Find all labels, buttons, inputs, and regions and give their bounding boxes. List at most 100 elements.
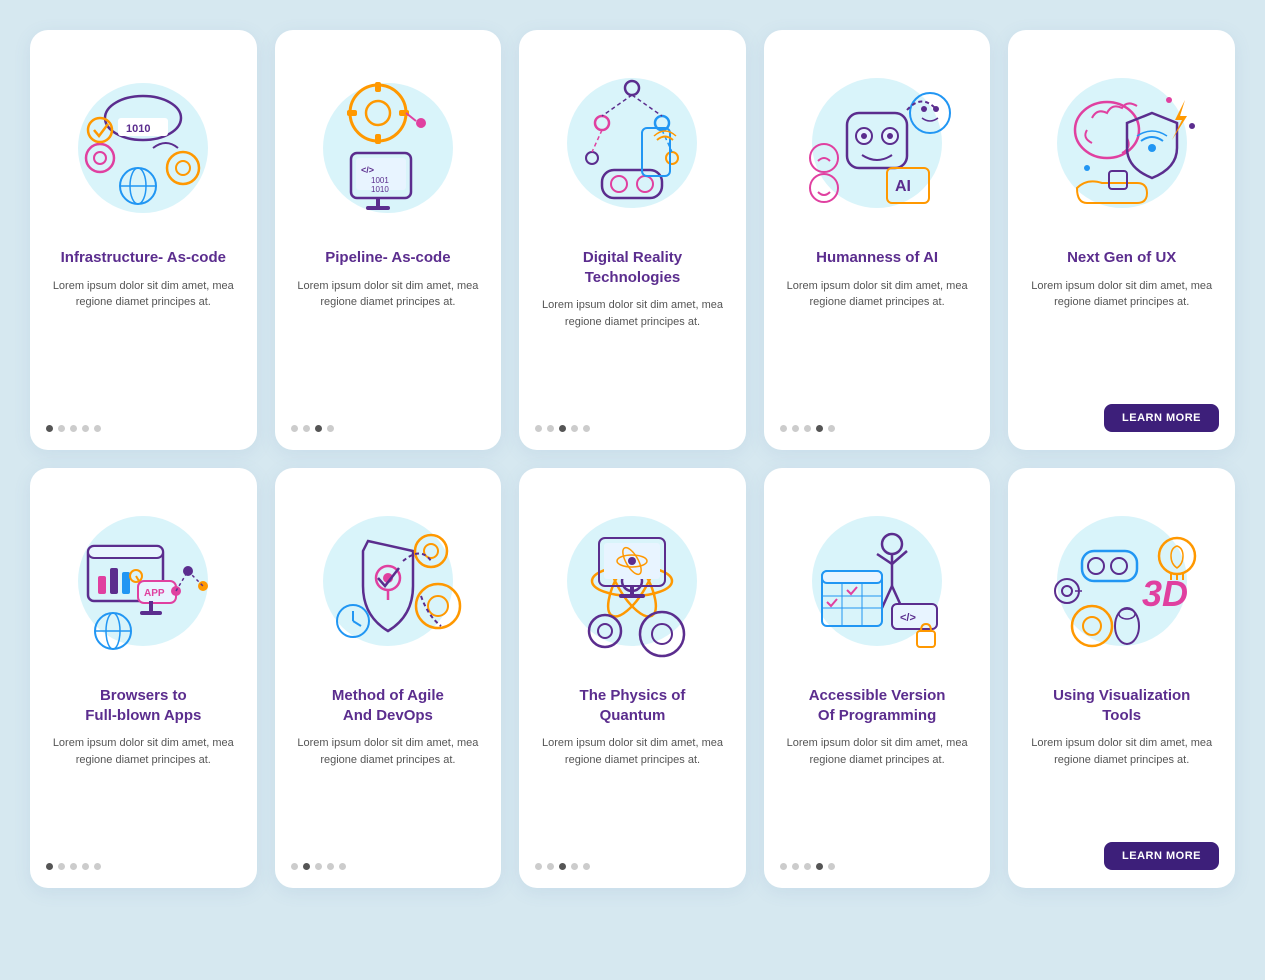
- card-footer-pipeline: [291, 425, 486, 432]
- dot: [547, 425, 554, 432]
- dot: [58, 863, 65, 870]
- card-footer-agile: [291, 863, 486, 870]
- card-illustration-agile: [291, 486, 486, 676]
- card-body-ux: Lorem ipsum dolor sit dim amet, mea regi…: [1024, 278, 1219, 391]
- card-footer-digital: [535, 425, 730, 432]
- dot: [94, 863, 101, 870]
- learn-more-button-ux[interactable]: LEARN MORE: [1104, 404, 1219, 432]
- dot: [291, 425, 298, 432]
- card-body-infra: Lorem ipsum dolor sit dim amet, mea regi…: [46, 278, 241, 412]
- dot: [303, 425, 310, 432]
- dot: [82, 863, 89, 870]
- dots-digital: [535, 425, 590, 432]
- dot: [583, 425, 590, 432]
- card-footer-humanness: [780, 425, 975, 432]
- dot: [535, 863, 542, 870]
- dot: [792, 425, 799, 432]
- card-illustration-programming: </>: [780, 486, 975, 676]
- card-title-infra: Infrastructure- As-code: [46, 248, 241, 268]
- card-body-programming: Lorem ipsum dolor sit dim amet, mea regi…: [780, 735, 975, 849]
- card-title-programming: Accessible VersionOf Programming: [780, 686, 975, 725]
- svg-text:3D: 3D: [1142, 573, 1188, 614]
- dot: [291, 863, 298, 870]
- dot: [816, 863, 823, 870]
- card-accessible-programming: </> Accessible VersionOf Programming Lor…: [764, 468, 991, 888]
- card-infra-as-code: 1010 Infrastructure- As-code Lorem ipsum…: [30, 30, 257, 450]
- svg-text:</>: </>: [900, 612, 916, 624]
- card-body-quantum: Lorem ipsum dolor sit dim amet, mea regi…: [535, 735, 730, 849]
- dot: [327, 863, 334, 870]
- card-body-humanness: Lorem ipsum dolor sit dim amet, mea regi…: [780, 278, 975, 412]
- dot: [535, 425, 542, 432]
- dot: [547, 863, 554, 870]
- card-humanness-ai: AI Humanness of AI Lorem ipsum dolor sit…: [764, 30, 991, 450]
- dot: [46, 425, 53, 432]
- dots-browsers: [46, 863, 101, 870]
- dot: [828, 863, 835, 870]
- card-footer-browsers: [46, 863, 241, 870]
- dot: [559, 863, 566, 870]
- card-body-pipeline: Lorem ipsum dolor sit dim amet, mea regi…: [291, 278, 486, 412]
- dots-humanness: [780, 425, 835, 432]
- dots-quantum: [535, 863, 590, 870]
- card-title-ux: Next Gen of UX: [1024, 248, 1219, 268]
- dot: [303, 863, 310, 870]
- card-footer-infra: [46, 425, 241, 432]
- dot: [571, 425, 578, 432]
- card-title-pipeline: Pipeline- As-code: [291, 248, 486, 268]
- svg-text:1010: 1010: [126, 123, 150, 135]
- dot: [583, 863, 590, 870]
- card-body-browsers: Lorem ipsum dolor sit dim amet, mea regi…: [46, 735, 241, 849]
- dot: [46, 863, 53, 870]
- dots-agile: [291, 863, 346, 870]
- card-browsers-apps: APP Browsers toFull-blown Apps Lorem ips…: [30, 468, 257, 888]
- dot: [780, 425, 787, 432]
- card-grid: 1010 Infrastructure- As-code Lorem ipsum…: [30, 30, 1235, 888]
- card-title-browsers: Browsers toFull-blown Apps: [46, 686, 241, 725]
- dot: [804, 425, 811, 432]
- svg-text:APP: APP: [144, 588, 165, 599]
- dots-pipeline: [291, 425, 334, 432]
- dots-programming: [780, 863, 835, 870]
- card-visualization-tools: 3D Using VisualizationTools Lorem ip: [1008, 468, 1235, 888]
- dot: [571, 863, 578, 870]
- card-illustration-digital: [535, 48, 730, 238]
- card-digital-reality: Digital RealityTechnologies Lorem ipsum …: [519, 30, 746, 450]
- dot: [327, 425, 334, 432]
- dot: [58, 425, 65, 432]
- dot: [339, 863, 346, 870]
- card-next-gen-ux: Next Gen of UX Lorem ipsum dolor sit dim…: [1008, 30, 1235, 450]
- card-title-digital: Digital RealityTechnologies: [535, 248, 730, 287]
- card-illustration-visualization: 3D: [1024, 486, 1219, 676]
- dot: [82, 425, 89, 432]
- card-title-humanness: Humanness of AI: [780, 248, 975, 268]
- dot: [828, 425, 835, 432]
- card-illustration-humanness: AI: [780, 48, 975, 238]
- learn-more-button-visualization[interactable]: LEARN MORE: [1104, 842, 1219, 870]
- card-physics-quantum: The Physics ofQuantum Lorem ipsum dolor …: [519, 468, 746, 888]
- dot: [780, 863, 787, 870]
- dot: [804, 863, 811, 870]
- dot: [315, 863, 322, 870]
- card-pipeline-as-code: </> 1001 1010 Pipeline- As-code Lorem ip…: [275, 30, 502, 450]
- card-illustration-browsers: APP: [46, 486, 241, 676]
- card-illustration-quantum: [535, 486, 730, 676]
- card-agile-devops: Method of AgileAnd DevOps Lorem ipsum do…: [275, 468, 502, 888]
- card-body-visualization: Lorem ipsum dolor sit dim amet, mea regi…: [1024, 735, 1219, 828]
- dot: [70, 863, 77, 870]
- card-footer-ux: LEARN MORE: [1024, 404, 1219, 432]
- card-body-agile: Lorem ipsum dolor sit dim amet, mea regi…: [291, 735, 486, 849]
- svg-text:AI: AI: [895, 178, 911, 195]
- dot: [816, 425, 823, 432]
- card-footer-quantum: [535, 863, 730, 870]
- dots-infra: [46, 425, 101, 432]
- dot: [559, 425, 566, 432]
- card-illustration-pipeline: </> 1001 1010: [291, 48, 486, 238]
- dot: [315, 425, 322, 432]
- card-illustration-infra: 1010: [46, 48, 241, 238]
- dot: [792, 863, 799, 870]
- card-footer-visualization: LEARN MORE: [1024, 842, 1219, 870]
- card-body-digital: Lorem ipsum dolor sit dim amet, mea regi…: [535, 297, 730, 411]
- dot: [70, 425, 77, 432]
- card-title-quantum: The Physics ofQuantum: [535, 686, 730, 725]
